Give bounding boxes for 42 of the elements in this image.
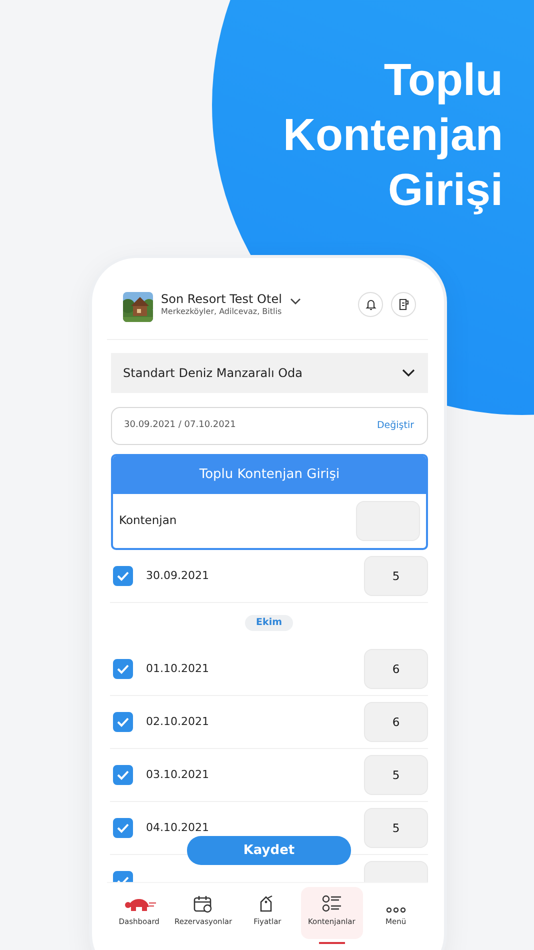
checkbox[interactable] (113, 818, 133, 838)
bell-icon (364, 298, 376, 311)
day-date: 02.10.2021 (146, 714, 209, 730)
note-icon (398, 298, 410, 311)
hotel-address: Merkezköyler, Adilcevaz, Bitlis (161, 306, 282, 317)
more-icon (386, 907, 406, 913)
date-range-field[interactable]: 30.09.2021 / 07.10.2021 Değiştir (111, 407, 428, 445)
day-date: 03.10.2021 (146, 766, 209, 783)
chevron-down-icon (402, 369, 415, 377)
checkbox[interactable] (113, 659, 133, 679)
headline-text: Girişi (388, 163, 503, 217)
room-dropdown[interactable]: Standart Deniz Manzaralı Oda (111, 353, 428, 393)
notes-button[interactable] (391, 292, 416, 317)
active-tab-indicator (318, 942, 345, 944)
day-date: 01.10.2021 (146, 660, 209, 677)
day-date: 04.10.2021 (146, 820, 209, 836)
month-label: Ekim (245, 614, 293, 632)
calendar-icon (193, 895, 214, 913)
headline-text: Toplu (384, 53, 503, 107)
headline-text: Kontenjan (283, 108, 503, 162)
checkbox[interactable] (113, 712, 133, 732)
checkmark-icon (117, 664, 129, 674)
quota-label: Kontenjan (119, 512, 177, 530)
chevron-down-icon[interactable] (290, 298, 301, 305)
panel-title: Toplu Kontenjan Girişi (113, 456, 426, 494)
hotel-name: Son Resort Test Otel (161, 292, 282, 306)
notification-button[interactable] (358, 292, 383, 317)
quota-input[interactable]: 5 (364, 808, 428, 848)
change-link[interactable]: Değiştir (376, 418, 414, 434)
checkmark-icon (117, 823, 129, 833)
quota-input[interactable]: 5 (364, 755, 428, 795)
date-range-text: 30.09.2021 / 07.10.2021 (124, 419, 236, 432)
quota-input[interactable]: 5 (364, 556, 428, 596)
quota-input[interactable]: 6 (364, 702, 428, 742)
checkbox[interactable] (113, 765, 133, 785)
checkmark-icon (117, 717, 129, 727)
checkbox[interactable] (113, 566, 133, 586)
checklist-icon (322, 895, 342, 913)
checkmark-icon (117, 571, 129, 581)
quota-input[interactable]: 6 (364, 649, 428, 689)
day-date: 30.09.2021 (146, 568, 209, 584)
checkmark-icon (117, 770, 129, 780)
